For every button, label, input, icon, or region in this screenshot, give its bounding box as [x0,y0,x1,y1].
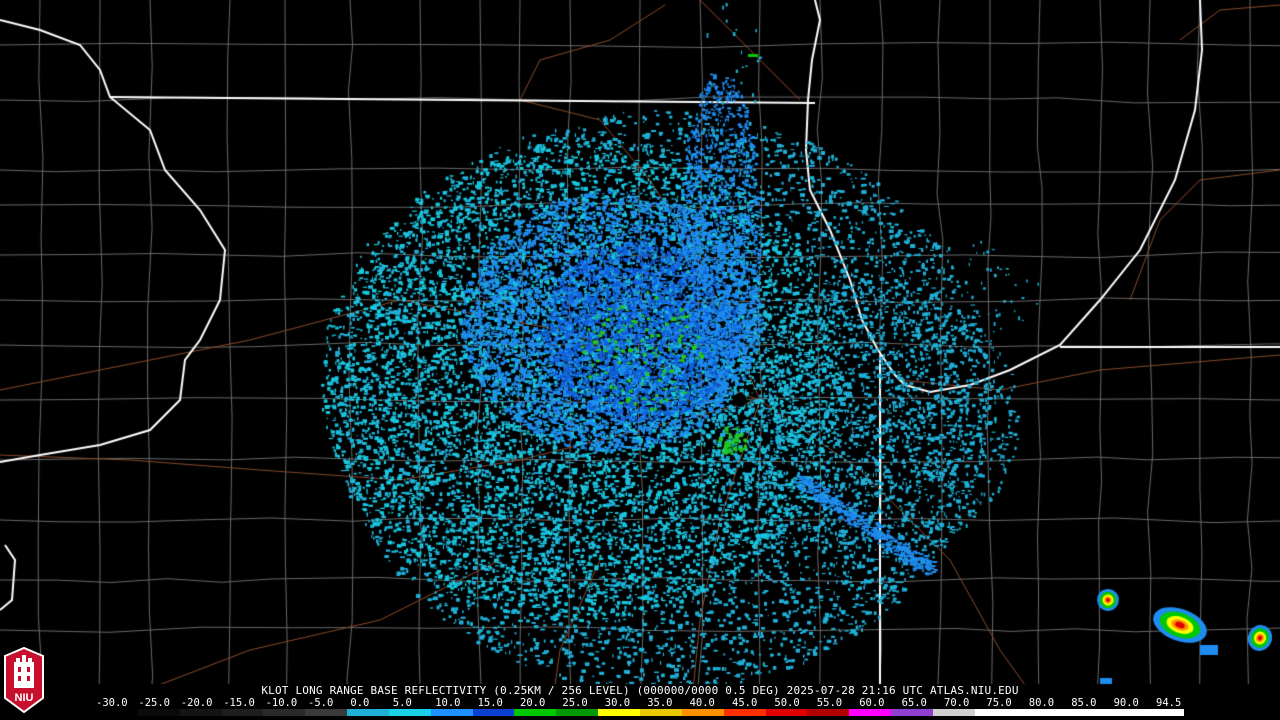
colorbar-tick-label: 50.0 [774,697,800,709]
colorbar-swatch [430,709,473,716]
colorbar-tick-label: 80.0 [1028,697,1055,709]
colorbar-tick-label: 45.0 [732,697,758,709]
colorbar-tick-label: 55.0 [816,697,843,709]
colorbar-tick-label: 94.5 [1156,697,1182,709]
colorbar-tick-label: 60.0 [859,697,885,709]
colorbar-tick-label: 10.0 [435,697,461,709]
logo-text: NIU [15,692,34,704]
colorbar-swatch [263,709,306,716]
colorbar-swatch [1016,709,1059,716]
colorbar-tick-label: -15.0 [223,697,255,709]
colorbar-swatch [807,709,850,716]
colorbar-swatch [305,709,348,716]
colorbar-tick-label: -5.0 [308,697,334,709]
colorbar-swatch [891,709,933,716]
colorbar-swatch [472,709,515,716]
colorbar-swatch [598,709,640,716]
colorbar-tick-label: 85.0 [1071,697,1097,709]
colorbar-tick-label: 75.0 [986,697,1012,709]
colorbar-tick-label: 30.0 [604,697,631,709]
colorbar-tick-label: 35.0 [647,697,673,709]
colorbar-tick-label: -10.0 [265,697,298,709]
colorbar-tick-label: -30.0 [96,697,128,709]
colorbar-swatch [514,709,557,716]
colorbar-tick-label: 40.0 [689,697,715,709]
colorbar-swatch [974,709,1017,716]
colorbar-swatch [137,709,180,716]
colorbar-swatch [179,709,222,716]
colorbar-tick-label: 90.0 [1113,697,1139,709]
colorbar-tick-label: 25.0 [562,697,588,709]
colorbar [96,709,1184,716]
colorbar-swatch [849,709,892,716]
colorbar-tick-label: 65.0 [901,697,927,709]
colorbar-swatch [723,709,766,716]
colorbar-tick-label: 70.0 [944,697,970,709]
colorbar-tick-labels: -30.0 -25.0 -20.0 -15.0 -10.0 -5.0 0.0 5.0 10.0 1… [96,697,1186,709]
colorbar-swatch [639,709,682,716]
colorbar-swatch [96,709,138,716]
product-title: KLOT LONG RANGE BASE REFLECTIVITY (0.25K… [261,684,1019,697]
colorbar-swatch [221,709,264,716]
colorbar-tick-label: 0.0 [350,697,370,709]
colorbar-tick-label: 15.0 [477,697,503,709]
colorbar-swatch [388,709,431,716]
colorbar-swatch [556,709,599,716]
colorbar-swatch [1100,709,1143,716]
radar-map [0,0,1280,720]
colorbar-swatch [1058,709,1101,716]
colorbar-swatch [681,709,724,716]
colorbar-tick-label: 20.0 [520,697,546,709]
colorbar-tick-label: -25.0 [138,697,170,709]
colorbar-swatch [1142,709,1184,716]
colorbar-tick-label: 5.0 [392,697,412,709]
colorbar-swatch [932,709,975,716]
colorbar-swatch [765,709,808,716]
colorbar-tick-label: -20.0 [180,697,213,709]
colorbar-swatch [347,709,389,716]
niu-logo: NIU [4,646,44,714]
